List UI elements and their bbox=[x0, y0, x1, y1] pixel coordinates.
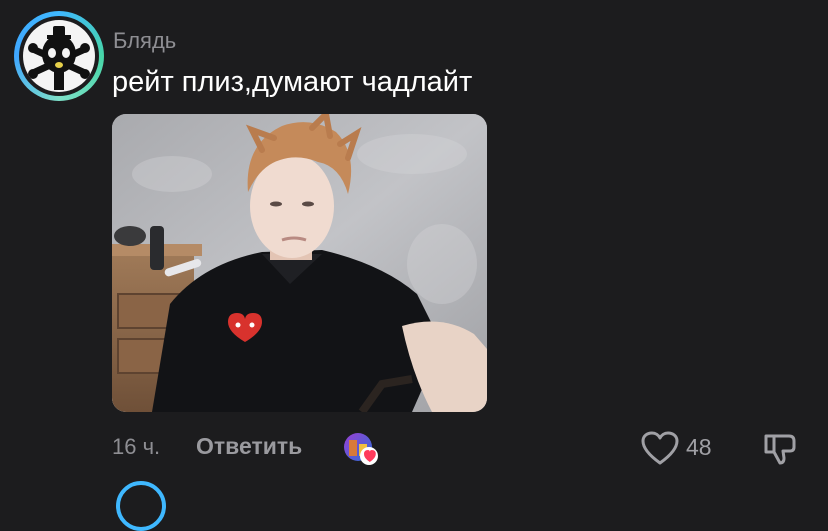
avatar-ring-gap bbox=[19, 16, 99, 96]
skull-mask-icon bbox=[23, 20, 95, 92]
next-comment-avatar[interactable] bbox=[116, 481, 166, 531]
heart-outline-icon bbox=[641, 431, 679, 465]
like-button[interactable] bbox=[640, 430, 680, 466]
dislike-button[interactable] bbox=[762, 430, 798, 466]
attached-photo[interactable] bbox=[112, 114, 487, 412]
like-count: 48 bbox=[686, 434, 712, 460]
reactor-avatar-icon[interactable] bbox=[343, 432, 379, 466]
username[interactable]: Блядь bbox=[113, 28, 176, 54]
comment-timestamp: 16 ч. bbox=[112, 434, 161, 459]
comment-text: рейт плиз,думают чадлайт bbox=[112, 66, 473, 98]
reply-button[interactable]: Ответить bbox=[196, 433, 302, 460]
author-avatar[interactable] bbox=[14, 11, 104, 101]
thumb-down-icon bbox=[764, 434, 796, 465]
